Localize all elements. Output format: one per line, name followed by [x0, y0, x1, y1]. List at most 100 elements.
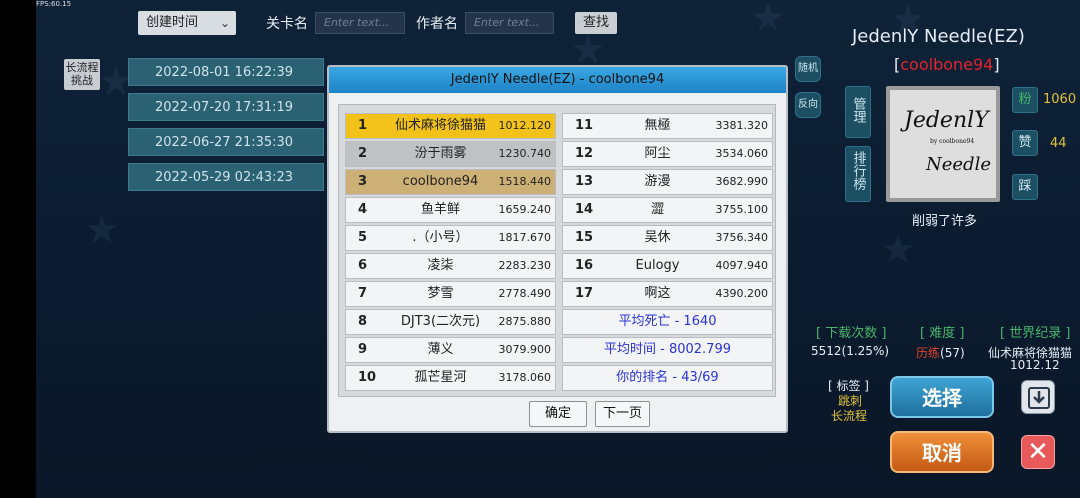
- level-row[interactable]: 2022-06-27 21:35:30: [128, 128, 324, 156]
- level-name-label: 关卡名: [266, 16, 308, 32]
- thumb-text-3: Needle: [926, 154, 991, 175]
- leaderboard-entry[interactable]: 14 澀 3755.100: [562, 197, 773, 223]
- entry-rank: 10: [358, 370, 377, 385]
- entry-name: coolbone94: [402, 174, 479, 189]
- entry-name: 游漫: [644, 174, 671, 189]
- level-description: 削弱了许多: [912, 214, 978, 229]
- entry-name: 凌柒: [427, 258, 454, 273]
- downloads-value: 5512(1.25%): [811, 344, 890, 358]
- entry-rank: 2: [358, 146, 368, 161]
- leaderboard-entry[interactable]: 2 汾于雨雾 1230.740: [345, 141, 556, 167]
- sort-value: 创建时间: [146, 15, 199, 30]
- entry-name: 薄义: [427, 342, 454, 357]
- leaderboard-entry[interactable]: 11 無極 3381.320: [562, 113, 773, 139]
- difficulty-label: [ 难度 ]: [920, 326, 965, 341]
- entry-rank: 13: [575, 174, 594, 189]
- entry-time: 1230.740: [498, 147, 552, 160]
- close-button[interactable]: ✕: [1021, 435, 1055, 469]
- entry-rank: 17: [575, 286, 594, 301]
- download-icon: [1028, 387, 1050, 409]
- cancel-button[interactable]: 取消: [890, 431, 994, 473]
- entry-time: 2875.880: [498, 315, 552, 328]
- leaderboard-entry[interactable]: 9 薄义 3079.900: [345, 337, 556, 363]
- entry-time: 3381.320: [715, 119, 769, 132]
- leaderboard-button[interactable]: 排行榜: [845, 146, 871, 202]
- next-page-button[interactable]: 下一页: [595, 401, 650, 427]
- entry-rank: 1: [358, 118, 368, 133]
- entry-time: 3755.100: [715, 203, 769, 216]
- entry-rank: 7: [358, 286, 368, 301]
- downloads-label: [ 下载次数 ]: [816, 326, 887, 341]
- entry-time: 3079.900: [498, 343, 552, 356]
- left-edge: [0, 0, 36, 498]
- entry-name: .（小号）: [412, 230, 469, 245]
- author-name-label: 作者名: [416, 16, 458, 32]
- entry-name: 梦雪: [427, 286, 454, 301]
- entry-time: 1012.120: [498, 119, 552, 132]
- like-count: 44: [1050, 136, 1067, 151]
- world-record-label: [ 世界纪录 ]: [1000, 326, 1071, 341]
- entry-time: 3534.060: [715, 147, 769, 160]
- difficulty-name: 历练: [916, 346, 941, 360]
- thumb-text-1: JedenlY: [904, 108, 989, 133]
- level-row[interactable]: 2022-08-01 16:22:39: [128, 58, 324, 86]
- star-decoration: ★: [570, 27, 606, 73]
- entry-time: 3756.340: [715, 231, 769, 244]
- leaderboard-entry[interactable]: 13 游漫 3682.990: [562, 169, 773, 195]
- entry-rank: 16: [575, 258, 594, 273]
- choose-button[interactable]: 选择: [890, 376, 994, 418]
- leaderboard-entry[interactable]: 12 阿尘 3534.060: [562, 141, 773, 167]
- entry-name: 汾于雨雾: [414, 146, 467, 161]
- your-rank: 你的排名 - 43/69: [562, 365, 773, 391]
- leaderboard-modal: JedenlY Needle(EZ) - coolbone94 1 仙术麻将徐猫…: [327, 65, 788, 433]
- entry-name: 澀: [650, 202, 664, 217]
- leaderboard-entry[interactable]: 3 coolbone94 1518.440: [345, 169, 556, 195]
- entry-name: 無極: [644, 118, 671, 133]
- modal-title: JedenlY Needle(EZ) - coolbone94: [329, 67, 786, 93]
- level-thumbnail: JedenlY by coolbone94 Needle: [886, 86, 1000, 202]
- leaderboard-entry[interactable]: 5 .（小号） 1817.670: [345, 225, 556, 251]
- fps-counter: FPS:60.15: [36, 0, 72, 8]
- fans-button[interactable]: 粉: [1012, 87, 1038, 113]
- average-time: 平均时间 - 8002.799: [562, 337, 773, 363]
- entry-time: 2778.490: [498, 287, 552, 300]
- leaderboard-entry[interactable]: 16 Eulogy 4097.940: [562, 253, 773, 279]
- entry-rank: 5: [358, 230, 368, 245]
- level-row[interactable]: 2022-07-20 17:31:19: [128, 93, 324, 121]
- level-name-input[interactable]: Enter text...: [315, 12, 405, 34]
- like-button[interactable]: 赞: [1012, 130, 1038, 156]
- random-button[interactable]: 随机: [795, 56, 821, 82]
- level-row[interactable]: 2022-05-29 02:43:23: [128, 163, 324, 191]
- entry-name: 吴休: [644, 230, 671, 245]
- long-challenge-button[interactable]: 长流程 挑战: [64, 59, 100, 90]
- dislike-button[interactable]: 踩: [1012, 174, 1038, 200]
- leaderboard-entry[interactable]: 17 啊这 4390.200: [562, 281, 773, 307]
- tag-item: 长流程: [831, 409, 868, 423]
- leaderboard-entry[interactable]: 15 吴休 3756.340: [562, 225, 773, 251]
- entry-rank: 12: [575, 146, 594, 161]
- leaderboard-entry[interactable]: 6 凌柒 2283.230: [345, 253, 556, 279]
- entry-name: Eulogy: [635, 258, 680, 273]
- entry-name: 仙术麻将徐猫猫: [394, 118, 486, 133]
- entry-rank: 14: [575, 202, 594, 217]
- entry-time: 4390.200: [715, 287, 769, 300]
- author-name-input[interactable]: Enter text...: [465, 12, 554, 34]
- leaderboard-label: 排行榜: [850, 151, 866, 190]
- leaderboard-entry[interactable]: 8 DJT3(二次元) 2875.880: [345, 309, 556, 335]
- download-button[interactable]: [1021, 380, 1055, 414]
- manage-label: 管理: [850, 97, 866, 123]
- entry-name: 啊这: [644, 286, 671, 301]
- leaderboard-entry[interactable]: 4 鱼羊鲜 1659.240: [345, 197, 556, 223]
- reverse-button[interactable]: 反向: [795, 92, 821, 118]
- sort-dropdown[interactable]: 创建时间 ⌄: [138, 11, 236, 35]
- chevron-down-icon: ⌄: [219, 16, 230, 30]
- entry-time: 2283.230: [498, 259, 552, 272]
- leaderboard-entry[interactable]: 1 仙术麻将徐猫猫 1012.120: [345, 113, 556, 139]
- ok-button[interactable]: 确定: [529, 401, 587, 427]
- entry-name: 孤芒星河: [414, 370, 467, 385]
- find-button[interactable]: 查找: [575, 12, 617, 34]
- leaderboard-entry[interactable]: 7 梦雪 2778.490: [345, 281, 556, 307]
- average-deaths: 平均死亡 - 1640: [562, 309, 773, 335]
- manage-button[interactable]: 管理: [845, 86, 871, 138]
- leaderboard-entry[interactable]: 10 孤芒星河 3178.060: [345, 365, 556, 391]
